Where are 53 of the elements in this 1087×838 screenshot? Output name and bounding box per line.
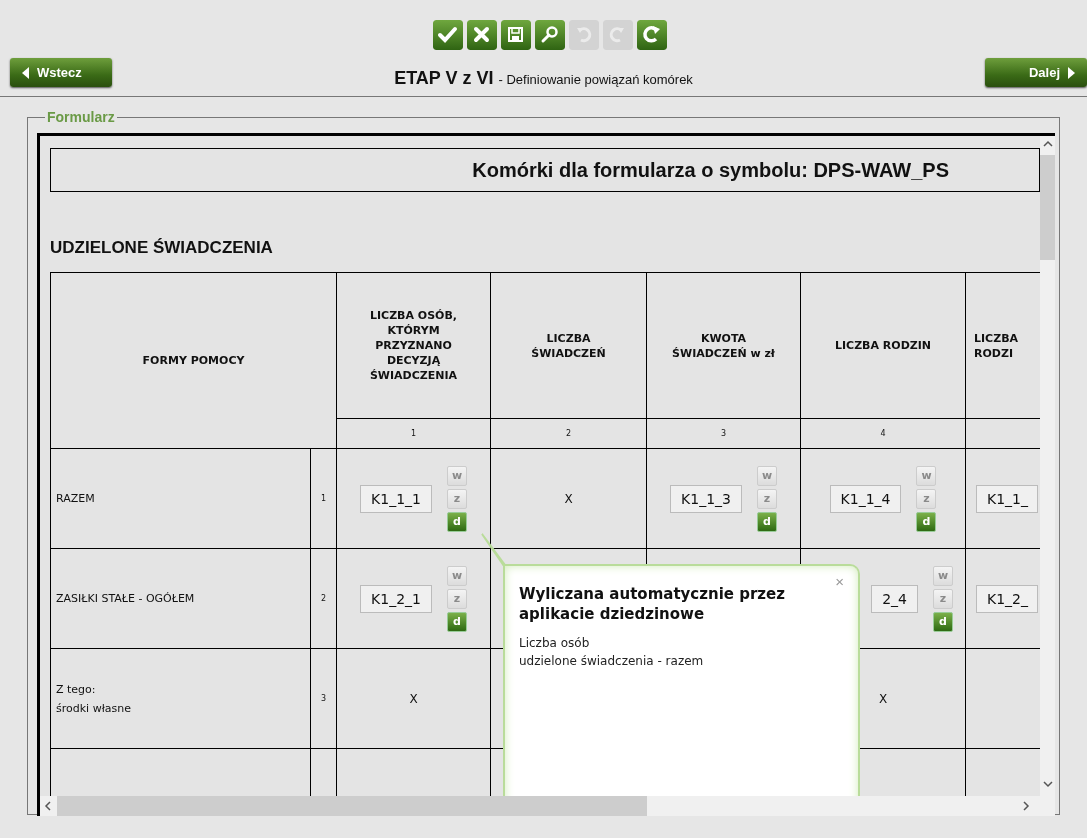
row-number: 3 xyxy=(310,648,337,749)
form-heading: Komórki dla formularza o symbolu: DPS-WAW_PS xyxy=(472,158,949,182)
column-number: 1 xyxy=(336,418,491,449)
row-label: Z tego: środki własne xyxy=(50,648,311,749)
column-number: 2 xyxy=(490,418,647,449)
popover-text: Liczba osób xyxy=(519,635,591,652)
cell-value: X xyxy=(564,491,573,506)
cell-input-field[interactable]: K1_1_3 xyxy=(670,484,742,513)
cell-action-button[interactable]: d xyxy=(756,511,777,532)
scroll-down-icon[interactable] xyxy=(1042,781,1053,788)
scroll-thumb[interactable] xyxy=(57,796,647,816)
stage-title: ETAP V z VI xyxy=(394,68,494,89)
cell-value: X xyxy=(409,691,418,706)
row-label: RAZEM xyxy=(50,448,311,549)
cell-action-button[interactable]: d xyxy=(446,611,467,632)
search-icon[interactable] xyxy=(534,20,565,50)
next-button[interactable]: Dalej xyxy=(985,58,1087,87)
check-icon[interactable] xyxy=(432,20,463,50)
column-header: FORMY POMOCY xyxy=(50,272,337,449)
popover-title: Wyliczana automatycznie przez aplikacie dziedzinowe xyxy=(519,584,786,624)
refresh-icon[interactable] xyxy=(636,20,667,50)
cell-action-button[interactable]: d xyxy=(446,511,467,532)
scroll-right-icon[interactable] xyxy=(1023,801,1030,811)
column-number: 4 xyxy=(800,418,966,449)
stage-subtitle: - Definiowanie powiązań komórek xyxy=(498,72,693,87)
close-button[interactable]: × xyxy=(835,574,844,589)
row-label: ZASIŁKI STAŁE - OGÓŁEM xyxy=(50,548,311,649)
fieldset-legend: Formularz xyxy=(45,109,117,125)
cell-input-field[interactable]: K1_2_1 xyxy=(360,584,432,613)
cell-value: X xyxy=(878,691,888,706)
cell-input-field[interactable]: 2_4 xyxy=(871,584,918,613)
column-header: LICZBA RODZIN xyxy=(800,272,966,419)
section-title: UDZIELONE ŚWIADCZENIA xyxy=(50,238,274,258)
row-number: 1 xyxy=(310,448,337,549)
cell-action-button[interactable]: d xyxy=(933,611,953,632)
scroll-thumb[interactable] xyxy=(1040,155,1055,260)
row-number: 2 xyxy=(310,548,337,649)
popover-text: udzielone świadczenia - razem xyxy=(519,653,705,670)
caret-left-icon xyxy=(22,66,29,79)
back-button[interactable]: Wstecz xyxy=(10,58,112,87)
caret-right-icon xyxy=(1068,66,1075,79)
close-icon[interactable] xyxy=(466,20,497,50)
column-number: 3 xyxy=(646,418,801,449)
cell-action-button[interactable]: d xyxy=(916,511,937,532)
cell-input-field[interactable]: K1_1_1 xyxy=(360,484,432,513)
cell-input-field[interactable]: K1_2_ xyxy=(976,584,1038,613)
scroll-up-icon[interactable] xyxy=(1042,140,1053,147)
scroll-left-icon[interactable] xyxy=(44,801,51,811)
column-header: KWOTA ŚWIADCZEŃ w zł xyxy=(646,272,801,419)
column-header: LICZBA ŚWIADCZEŃ xyxy=(490,272,647,419)
cell-input-field[interactable]: K1_1_ xyxy=(976,484,1038,513)
column-header: LICZBA OSÓB, KTÓRYM PRZYZNANO DECYZJĄ ŚWIADCZENIA xyxy=(336,272,491,419)
cell-input-field[interactable]: K1_1_4 xyxy=(829,484,902,513)
